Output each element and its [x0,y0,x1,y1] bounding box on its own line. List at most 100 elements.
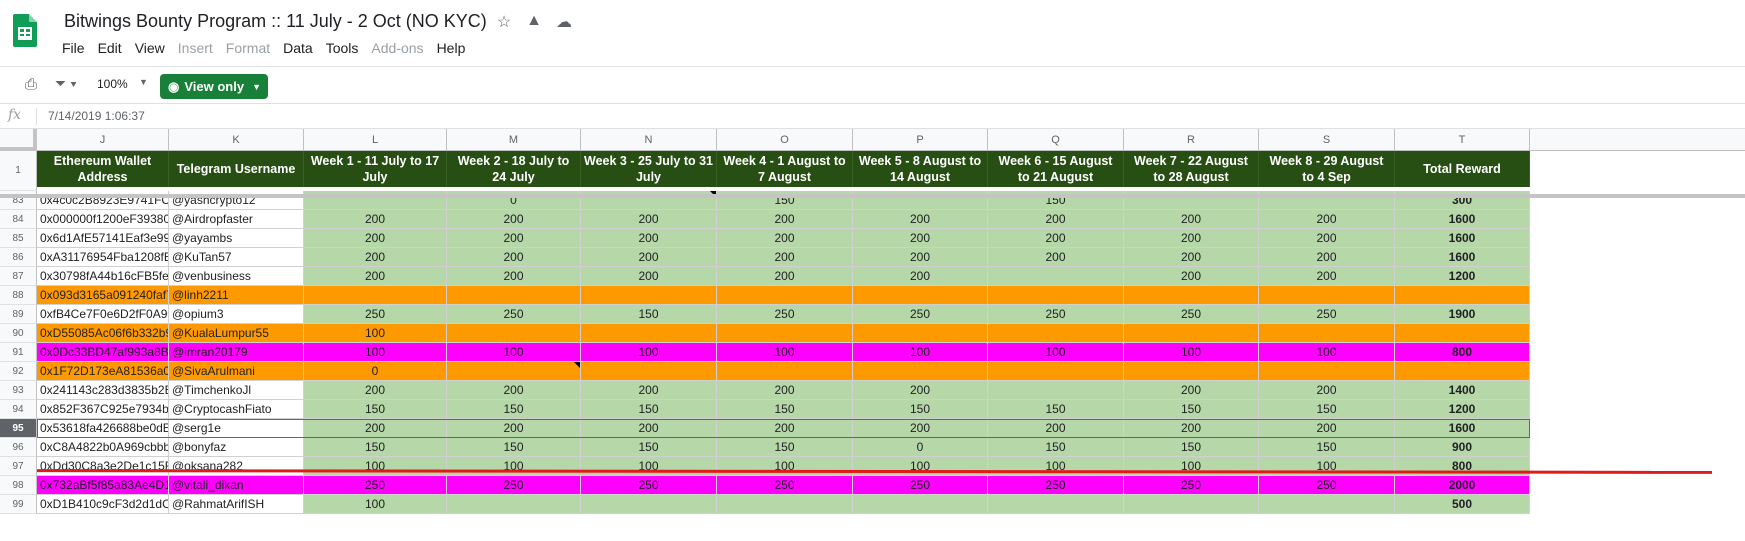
zoom-select[interactable]: 100% [97,77,128,91]
week-reward-cell[interactable] [1259,495,1395,514]
week-reward-cell[interactable] [988,267,1124,286]
wallet-address-cell[interactable]: 0x6d1AfE57141Eaf3e99D [37,229,169,248]
week-reward-cell[interactable] [988,381,1124,400]
week-reward-cell[interactable]: 100 [717,343,853,362]
week-reward-cell[interactable] [988,495,1124,514]
week-reward-cell[interactable]: 100 [304,324,447,343]
column-header-j[interactable]: J [37,129,169,151]
column-header-n[interactable]: N [581,129,717,151]
cloud-status-icon[interactable]: ☁ [554,12,574,32]
week-reward-cell[interactable]: 200 [1124,210,1259,229]
week-reward-cell[interactable]: 200 [988,210,1124,229]
week-reward-cell[interactable]: 200 [853,267,988,286]
wallet-address-cell[interactable]: 0xA31176954Fba1208fE( [37,248,169,267]
total-reward-cell[interactable]: 900 [1395,438,1530,457]
telegram-username-cell[interactable]: @KuTan57 [169,248,304,267]
week-reward-cell[interactable] [447,324,581,343]
menu-edit[interactable]: Edit [98,40,122,56]
week-reward-cell[interactable]: 150 [853,400,988,419]
week-reward-cell[interactable]: 200 [1124,248,1259,267]
week-reward-cell[interactable]: 200 [447,381,581,400]
column-header-p[interactable]: P [853,129,988,151]
week-reward-cell[interactable]: 200 [1259,229,1395,248]
week-reward-cell[interactable]: 200 [988,248,1124,267]
week-reward-cell[interactable]: 200 [717,419,853,438]
wallet-address-cell[interactable]: 0x000000f1200eF393801 [37,210,169,229]
header-cell-k[interactable]: Telegram Username [169,151,304,187]
header-cell-n[interactable]: Week 3 - 25 July to 31 July [581,151,717,187]
telegram-username-cell[interactable]: @venbusiness [169,267,304,286]
week-reward-cell[interactable]: 150 [717,400,853,419]
week-reward-cell[interactable]: 100 [717,457,853,476]
week-reward-cell[interactable] [853,362,988,381]
week-reward-cell[interactable] [853,495,988,514]
row-header[interactable]: 90 [0,324,37,343]
week-reward-cell[interactable]: 200 [304,267,447,286]
week-reward-cell[interactable]: 200 [304,210,447,229]
week-reward-cell[interactable]: 100 [853,343,988,362]
row-header[interactable]: 87 [0,267,37,286]
week-reward-cell[interactable]: 150 [304,438,447,457]
week-reward-cell[interactable]: 200 [853,381,988,400]
week-reward-cell[interactable] [988,362,1124,381]
week-reward-cell[interactable]: 200 [581,267,717,286]
week-reward-cell[interactable]: 200 [447,267,581,286]
print-icon[interactable]: ⎙ [25,76,45,94]
week-reward-cell[interactable]: 250 [1124,305,1259,324]
menu-help[interactable]: Help [437,40,466,56]
week-reward-cell[interactable] [1124,362,1259,381]
week-reward-cell[interactable] [1124,324,1259,343]
week-reward-cell[interactable]: 200 [581,248,717,267]
wallet-address-cell[interactable]: 0xfB4Ce7F0e6D2fF0A90 [37,305,169,324]
week-reward-cell[interactable]: 250 [304,476,447,495]
week-reward-cell[interactable]: 200 [717,210,853,229]
week-reward-cell[interactable]: 200 [1124,419,1259,438]
telegram-username-cell[interactable]: @vitali_dikan [169,476,304,495]
header-cell-l[interactable]: Week 1 - 11 July to 17 July [304,151,447,187]
menu-insert[interactable]: Insert [178,40,213,56]
frozen-row-divider[interactable] [0,194,1745,198]
week-reward-cell[interactable] [304,286,447,305]
header-cell-r[interactable]: Week 7 - 22 August to 28 August [1124,151,1259,187]
week-reward-cell[interactable] [853,286,988,305]
week-reward-cell[interactable]: 200 [1259,267,1395,286]
week-reward-cell[interactable]: 250 [1259,305,1395,324]
telegram-username-cell[interactable]: @TimchenkoJl [169,381,304,400]
row-header[interactable]: 1 [0,151,37,191]
telegram-username-cell[interactable]: @RahmatArifISH [169,495,304,514]
week-reward-cell[interactable]: 200 [1259,248,1395,267]
week-reward-cell[interactable] [447,286,581,305]
header-cell-p[interactable]: Week 5 - 8 August to 14 August [853,151,988,187]
header-cell-o[interactable]: Week 4 - 1 August to 7 August [717,151,853,187]
week-reward-cell[interactable]: 200 [717,381,853,400]
row-header[interactable]: 88 [0,286,37,305]
week-reward-cell[interactable]: 200 [717,267,853,286]
header-cell-j[interactable]: Ethereum Wallet Address [37,151,169,187]
week-reward-cell[interactable]: 250 [853,305,988,324]
week-reward-cell[interactable]: 200 [1259,419,1395,438]
drive-icon[interactable]: ▲ [524,12,544,32]
week-reward-cell[interactable] [581,362,717,381]
week-reward-cell[interactable] [1259,362,1395,381]
formula-value[interactable]: 7/14/2019 1:06:37 [48,109,145,123]
week-reward-cell[interactable]: 200 [447,210,581,229]
telegram-username-cell[interactable]: @Airdropfaster [169,210,304,229]
week-reward-cell[interactable]: 150 [581,305,717,324]
week-reward-cell[interactable]: 100 [1124,343,1259,362]
week-reward-cell[interactable] [988,286,1124,305]
week-reward-cell[interactable]: 100 [447,343,581,362]
week-reward-cell[interactable]: 150 [988,438,1124,457]
telegram-username-cell[interactable]: @oksana282 [169,457,304,476]
week-reward-cell[interactable]: 200 [581,419,717,438]
week-reward-cell[interactable]: 200 [1124,229,1259,248]
wallet-address-cell[interactable]: 0x0Dc33BD47af993a8B9 [37,343,169,362]
column-header-r[interactable]: R [1124,129,1259,151]
wallet-address-cell[interactable]: 0x852F367C925e7934b9 [37,400,169,419]
week-reward-cell[interactable]: 250 [988,305,1124,324]
row-header[interactable]: 95 [0,419,37,438]
week-reward-cell[interactable] [581,286,717,305]
column-header-t[interactable]: T [1395,129,1530,151]
menu-view[interactable]: View [135,40,165,56]
wallet-address-cell[interactable]: 0x30798fA44b16cFB5fe8 [37,267,169,286]
week-reward-cell[interactable]: 100 [988,343,1124,362]
